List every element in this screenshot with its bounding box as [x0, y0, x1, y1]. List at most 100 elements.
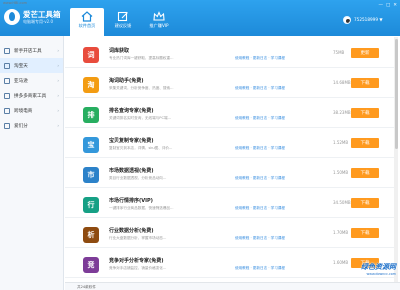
globe-icon: [4, 107, 10, 114]
crown-icon: [153, 11, 165, 21]
sidebar-item-label: 亚马逊: [14, 78, 28, 84]
software-title: 竞争对手分析专家(免费): [109, 258, 164, 264]
software-links[interactable]: 使用教程 · 更新日志 · 学习课程: [235, 56, 285, 61]
download-button[interactable]: 下载: [351, 198, 379, 208]
download-button[interactable]: 下载: [351, 168, 379, 178]
software-size: 1.70MB: [333, 230, 349, 235]
list-item[interactable]: 市 市场数据透视(免费) 类目行业数据透视，分析竞品动向... 使用教程 · 更新日志…: [65, 160, 395, 188]
software-icon: 排: [83, 107, 99, 123]
taobao-icon: [4, 62, 10, 69]
app-header: 爱芒工具箱 电脑端专用·v2.0 软件首页 建议反馈 推广赚VIP 752518…: [0, 0, 400, 36]
software-size: 38.23MB: [333, 110, 351, 115]
software-links[interactable]: 使用教程 · 更新日志 · 学习课程: [235, 176, 285, 181]
tab-feedback-label: 建议反馈: [114, 23, 132, 28]
list-item[interactable]: 词 词库获取专业热门词库一键获取，提高标题权重... 使用教程 · 更新日志 · 学…: [65, 40, 395, 68]
sidebar-item-amazon[interactable]: 亚马逊 ›: [0, 73, 63, 88]
chevron-down-icon: ▼: [379, 17, 383, 22]
scrollbar[interactable]: [394, 37, 398, 282]
tab-promote-vip-label: 推广赚VIP: [149, 23, 169, 28]
edit-icon: [117, 11, 128, 22]
sidebar-item-label: 淘宝天: [14, 63, 28, 69]
chevron-right-icon: ›: [57, 108, 59, 113]
software-size: 34.50MB: [333, 200, 351, 205]
sidebar-item-pdd-tools[interactable]: 拼多多商家工具 ›: [0, 88, 63, 103]
list-item[interactable]: 排 排名查询专家(免费) 关键词排名实时查询，无线端与PC端... 使用教程 · 更新…: [65, 100, 395, 128]
software-size: 1.52MB: [333, 140, 349, 145]
software-icon: 行: [83, 197, 99, 213]
software-title: 排名查询专家(免费): [109, 108, 154, 114]
chevron-right-icon: ›: [57, 123, 59, 128]
software-title: 宝贝复制专家(免费): [109, 138, 154, 144]
software-desc: 关键词排名实时查询，无线端与PC端...: [109, 116, 172, 120]
chevron-right-icon: ›: [57, 93, 59, 98]
sidebar-item-cross-border[interactable]: 跨境电商 ›: [0, 103, 63, 118]
software-links[interactable]: 使用教程 · 更新日志 · 学习课程: [235, 86, 285, 91]
amazon-icon: [4, 77, 10, 84]
software-icon: 词: [83, 47, 99, 63]
software-title: 市场行情排序(VIP): [109, 198, 153, 204]
maximize-button[interactable]: □: [386, 3, 390, 8]
pdd-icon: [4, 92, 10, 99]
chevron-right-icon: ›: [57, 78, 59, 83]
software-links[interactable]: 使用教程 · 更新日志 · 学习课程: [235, 146, 285, 151]
scroll-thumb[interactable]: [394, 39, 398, 149]
download-button[interactable]: 下载: [351, 108, 379, 118]
watermark-text: www.HBI.com: [3, 1, 28, 5]
software-icon: 淘: [83, 77, 99, 93]
software-links[interactable]: 使用教程 · 更新日志 · 学习课程: [235, 266, 285, 271]
software-desc: 复制宝贝到本店，详情、sku图、评价...: [109, 146, 173, 150]
software-title: 市场数据透视(免费): [109, 168, 154, 174]
software-title: 淘词助手(免费): [109, 78, 144, 84]
user-avatar[interactable]: [343, 16, 351, 24]
software-desc: 类目行业数据透视，分析竞品动向...: [109, 176, 167, 180]
sidebar-item-share[interactable]: 爱们分 ›: [0, 118, 63, 133]
tab-promote-vip[interactable]: 推广赚VIP: [142, 8, 176, 36]
list-item[interactable]: 宝 宝贝复制专家(免费) 复制宝贝到本店，详情、sku图、评价... 使用教程 · 更…: [65, 130, 395, 158]
close-button[interactable]: ✕: [393, 3, 397, 8]
store-icon: [4, 47, 10, 54]
software-desc: 一键排序行业商品数据，快速筛选爆品...: [109, 206, 174, 210]
software-desc: 竞争对手店铺监控，销量价格变化...: [109, 266, 167, 270]
sidebar-item-label: 跨境电商: [14, 108, 33, 114]
sidebar-item-label: 爱们分: [14, 123, 28, 129]
list-item[interactable]: 析 行业数据分析(免费) 行业大盘数据分析，掌握市场动态... 使用教程 · 更新日志…: [65, 220, 395, 248]
software-title: 行业数据分析(免费): [109, 228, 154, 234]
chevron-right-icon: ›: [57, 63, 59, 68]
software-links[interactable]: 使用教程 · 更新日志 · 学习课程: [235, 116, 285, 121]
download-button[interactable]: 更新: [351, 48, 379, 58]
app-logo-icon: [4, 9, 20, 25]
software-count: 共24款软件: [77, 284, 96, 289]
app-subtitle: 电脑端专用·v2.0: [23, 19, 53, 24]
software-desc: 行业大盘数据分析，掌握市场动态...: [109, 236, 167, 240]
software-icon: 竞: [83, 257, 99, 273]
sidebar-item-label: 新手开店工具: [14, 48, 42, 54]
minimize-button[interactable]: —: [378, 3, 383, 8]
software-icon: 宝: [83, 137, 99, 153]
sidebar: 新手开店工具 › 淘宝天 › 亚马逊 › 拼多多商家工具 › 跨境电商 › 爱们…: [0, 36, 64, 290]
software-links[interactable]: 使用教程 · 更新日志 · 学习课程: [235, 236, 285, 241]
software-links[interactable]: 使用教程 · 更新日志 · 学习课程: [235, 206, 285, 211]
software-icon: 市: [83, 167, 99, 183]
home-icon: [81, 11, 93, 22]
software-desc: 专业热门词库一键获取，提高标题权重...: [109, 56, 174, 60]
software-title: 词库获取: [109, 48, 130, 54]
download-button[interactable]: 下载: [351, 228, 379, 238]
download-button[interactable]: 下载: [351, 138, 379, 148]
tab-home-label: 软件首页: [78, 23, 96, 28]
window-controls: — □ ✕: [378, 3, 397, 8]
download-button[interactable]: 下载: [351, 78, 379, 88]
software-size: 75MB: [333, 50, 345, 55]
sidebar-item-taobao[interactable]: 淘宝天 ›: [0, 58, 63, 73]
sidebar-item-label: 拼多多商家工具: [14, 93, 47, 99]
list-item[interactable]: 行 市场行情排序(VIP) 一键排序行业商品数据，快速筛选爆品... 使用教程 · 更…: [65, 190, 395, 218]
user-id[interactable]: 752518999 ▼: [354, 17, 383, 22]
sidebar-item-newbie-tools[interactable]: 新手开店工具 ›: [0, 43, 63, 58]
software-size: 1.50MB: [333, 170, 349, 175]
tab-feedback[interactable]: 建议反馈: [106, 8, 140, 36]
software-list: 词 词库获取专业热门词库一键获取，提高标题权重... 使用教程 · 更新日志 · 学…: [65, 36, 400, 282]
software-desc: 采集关键词，分析竞争度、热度、搜索...: [109, 86, 174, 90]
tab-home[interactable]: 软件首页: [70, 8, 104, 36]
software-size: 14.68MB: [333, 80, 351, 85]
list-item[interactable]: 淘 淘词助手(免费) 采集关键词，分析竞争度、热度、搜索... 使用教程 · 更新日志…: [65, 70, 395, 98]
share-icon: [4, 122, 10, 129]
